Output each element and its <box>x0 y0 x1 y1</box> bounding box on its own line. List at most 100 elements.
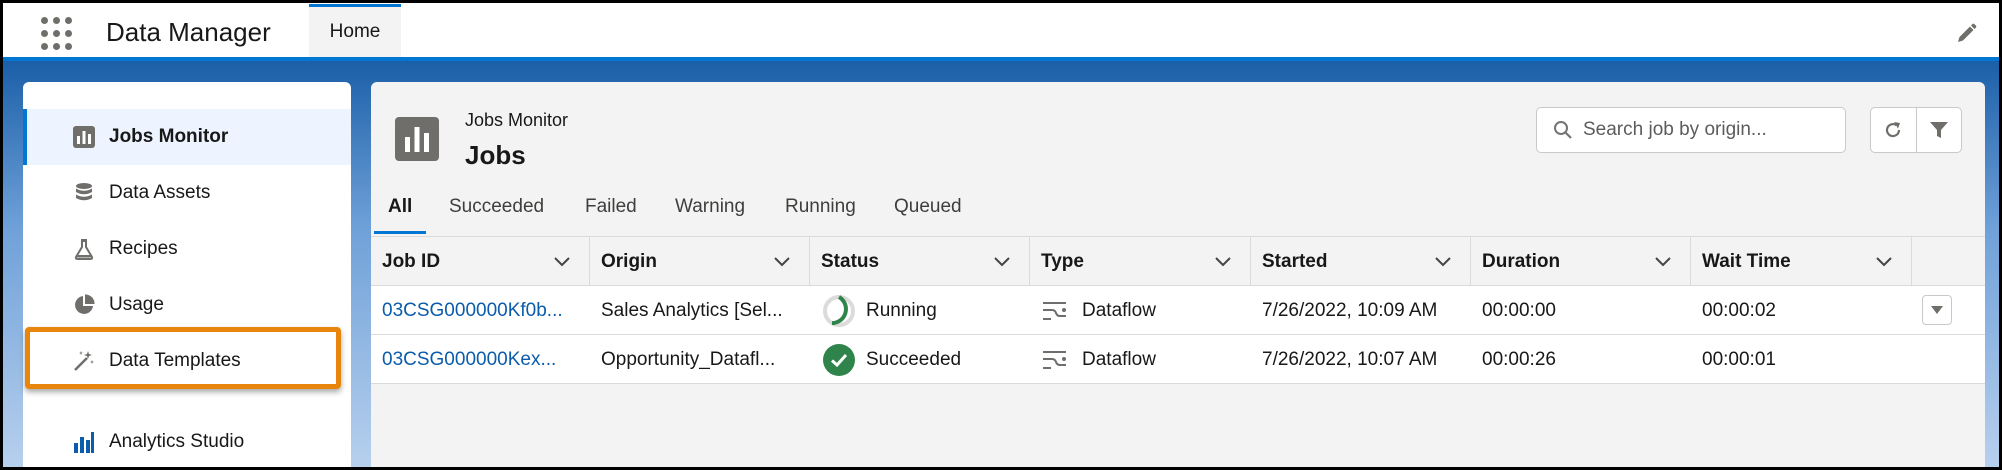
wait-time-cell: 00:00:01 <box>1691 335 1912 383</box>
chevron-down-icon[interactable] <box>1434 255 1452 269</box>
origin-cell: Opportunity_Datafl... <box>590 335 810 383</box>
app-window: Data Manager Home Jobs Monitor Data Asse… <box>0 0 2002 470</box>
tab-warning[interactable]: Warning <box>675 196 745 234</box>
app-launcher-icon[interactable] <box>41 17 75 51</box>
origin-text: Opportunity_Datafl... <box>601 349 776 370</box>
refresh-icon <box>1886 122 1901 138</box>
row-actions-button[interactable] <box>1922 295 1952 325</box>
sidebar-item-data-assets[interactable]: Data Assets <box>23 165 351 221</box>
filter-icon <box>1929 122 1948 138</box>
sidebar-item-label: Recipes <box>109 238 178 259</box>
column-header-type[interactable]: Type <box>1030 237 1251 287</box>
sidebar-item-label: Jobs Monitor <box>109 126 229 147</box>
tab-all[interactable]: All <box>373 196 427 234</box>
column-header-label: Started <box>1262 251 1328 272</box>
wait-time-text: 00:00:02 <box>1702 300 1776 321</box>
type-cell: Dataflow <box>1030 335 1251 383</box>
tab-failed[interactable]: Failed <box>585 196 637 234</box>
status-cell: Succeeded <box>810 335 1030 383</box>
duration-cell: 00:00:00 <box>1471 286 1691 334</box>
wait-time-text: 00:00:01 <box>1702 349 1776 370</box>
sidebar-item-analytics-studio[interactable]: Analytics Studio <box>23 414 351 467</box>
job-id-link[interactable]: 03CSG000000Kex... <box>371 335 590 383</box>
refresh-button[interactable] <box>1871 108 1916 152</box>
job-id-text: 03CSG000000Kf0b... <box>382 300 563 321</box>
column-header-label: Wait Time <box>1702 251 1791 272</box>
sidebar-item-jobs-monitor[interactable]: Jobs Monitor <box>23 109 351 165</box>
job-id-text: 03CSG000000Kex... <box>382 349 557 370</box>
origin-text: Sales Analytics [Sel... <box>601 300 783 321</box>
duration-text: 00:00:00 <box>1482 300 1556 321</box>
status-tabs: All Succeeded Failed Warning Running Que… <box>371 182 1985 234</box>
chevron-down-icon[interactable] <box>773 255 791 269</box>
chevron-down-icon[interactable] <box>1875 255 1893 269</box>
sidebar-nav: Jobs Monitor Data Assets Recipes Usage D… <box>23 82 351 467</box>
wait-time-cell: 00:00:02 <box>1691 286 1912 334</box>
started-text: 7/26/2022, 10:07 AM <box>1262 349 1438 370</box>
edit-pencil-icon[interactable] <box>1955 23 1977 45</box>
running-spinner-icon <box>823 295 855 327</box>
chevron-down-icon[interactable] <box>1214 255 1232 269</box>
flask-icon <box>73 238 95 260</box>
sidebar-item-usage[interactable]: Usage <box>23 277 351 333</box>
highlight-callout-box <box>25 327 341 389</box>
column-header-label: Job ID <box>382 251 441 272</box>
column-header-label: Origin <box>601 251 657 272</box>
search-input[interactable] <box>1583 116 1833 144</box>
filter-button[interactable] <box>1915 108 1961 152</box>
started-text: 7/26/2022, 10:09 AM <box>1262 300 1438 321</box>
chevron-down-icon[interactable] <box>1654 255 1672 269</box>
toolbar-button-group <box>1870 107 1962 153</box>
type-cell: Dataflow <box>1030 286 1251 334</box>
page-subtitle: Jobs Monitor <box>465 110 569 130</box>
column-header-origin[interactable]: Origin <box>590 237 810 287</box>
app-title: Data Manager <box>106 17 271 47</box>
column-header-duration[interactable]: Duration <box>1471 237 1691 287</box>
jobs-monitor-icon <box>73 126 95 148</box>
tab-home[interactable]: Home <box>309 4 401 57</box>
analytics-studio-icon <box>73 431 95 453</box>
database-icon <box>73 182 95 204</box>
tab-succeeded[interactable]: Succeeded <box>449 196 544 234</box>
sidebar-item-label: Usage <box>109 294 164 315</box>
sidebar-item-recipes[interactable]: Recipes <box>23 221 351 277</box>
search-icon <box>1553 120 1573 140</box>
pie-chart-icon <box>73 294 95 316</box>
status-text: Running <box>866 300 937 321</box>
dataflow-icon <box>1043 351 1066 369</box>
chevron-down-icon[interactable] <box>993 255 1011 269</box>
page-title: Jobs <box>465 140 526 170</box>
column-header-label: Duration <box>1482 251 1561 272</box>
status-text: Succeeded <box>866 349 962 370</box>
table-row: 03CSG000000Kf0b... Sales Analytics [Sel.… <box>371 286 1985 335</box>
column-header-wait-time[interactable]: Wait Time <box>1691 237 1912 287</box>
type-text: Dataflow <box>1082 300 1156 321</box>
jobs-monitor-page-icon <box>395 117 439 161</box>
sidebar-item-label: Analytics Studio <box>109 431 245 452</box>
column-header-job-id[interactable]: Job ID <box>371 237 590 287</box>
table-row: 03CSG000000Kex... Opportunity_Datafl... … <box>371 335 1985 384</box>
column-header-label: Status <box>821 251 880 272</box>
jobs-panel: Jobs Monitor Jobs Search job by origin..… <box>371 82 1985 467</box>
search-box[interactable] <box>1536 107 1846 153</box>
global-header: Data Manager Home <box>3 3 1999 61</box>
duration-text: 00:00:26 <box>1482 349 1556 370</box>
success-check-icon <box>823 344 855 376</box>
tab-running[interactable]: Running <box>785 196 856 234</box>
type-text: Dataflow <box>1082 349 1156 370</box>
duration-cell: 00:00:26 <box>1471 335 1691 383</box>
column-header-status[interactable]: Status <box>810 237 1030 287</box>
origin-cell: Sales Analytics [Sel... <box>590 286 810 334</box>
status-cell: Running <box>810 286 1030 334</box>
table-header: Job ID Origin Status Type Started Durati… <box>371 236 1985 287</box>
column-header-label: Type <box>1041 251 1084 272</box>
dataflow-icon <box>1043 302 1066 320</box>
sidebar-item-label: Data Assets <box>109 182 211 203</box>
started-cell: 7/26/2022, 10:07 AM <box>1251 335 1471 383</box>
started-cell: 7/26/2022, 10:09 AM <box>1251 286 1471 334</box>
chevron-down-icon[interactable] <box>553 255 571 269</box>
column-header-started[interactable]: Started <box>1251 237 1471 287</box>
caret-down-icon <box>1931 306 1943 314</box>
tab-queued[interactable]: Queued <box>894 196 962 234</box>
job-id-link[interactable]: 03CSG000000Kf0b... <box>371 286 590 334</box>
